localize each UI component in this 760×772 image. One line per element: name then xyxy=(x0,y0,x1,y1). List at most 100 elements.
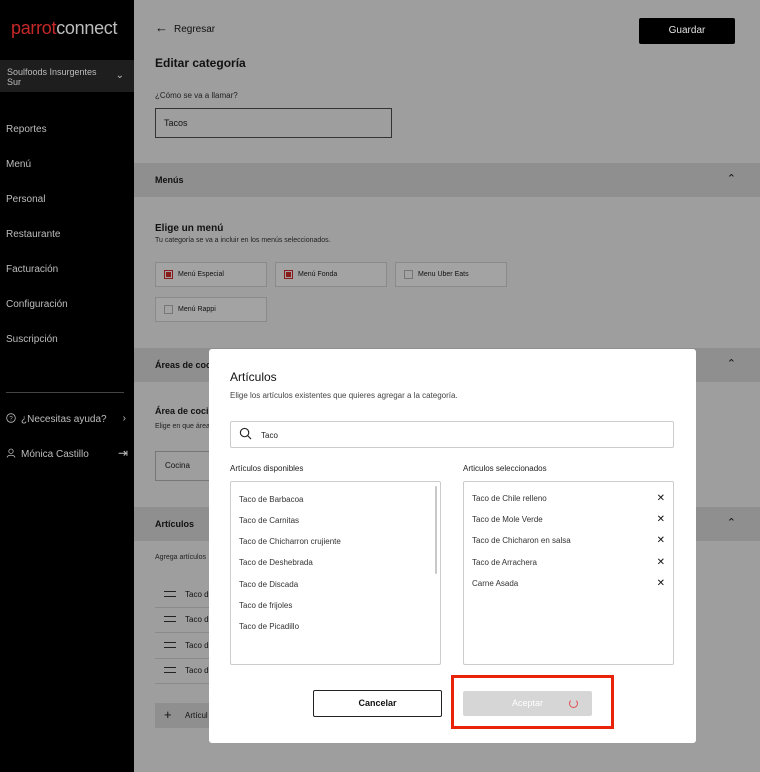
help-link[interactable]: ? ¿Necesitas ayuda? › xyxy=(6,413,126,425)
list-item[interactable]: Carne Asada ✕ xyxy=(472,578,665,589)
choose-menu-title: Elige un menú xyxy=(155,223,224,234)
list-item[interactable]: Taco de Carnitas xyxy=(239,516,299,525)
chevron-down-icon: ⌄ xyxy=(115,70,124,81)
modal-description: Elige los artículos existentes que quier… xyxy=(230,391,458,400)
list-item[interactable]: Taco de Chicharon en salsa ✕ xyxy=(472,535,665,546)
search-input[interactable] xyxy=(261,427,641,443)
checkbox-empty-icon xyxy=(164,305,173,314)
store-name: Soulfoods Insurgentes Sur xyxy=(7,67,97,87)
kitchen-area-select[interactable]: Cocina xyxy=(155,451,215,481)
user-menu[interactable]: Mónica Castillo ⇥ xyxy=(6,446,128,460)
article-label: Taco d xyxy=(185,615,209,624)
page-title: Editar categoría xyxy=(155,56,246,70)
drag-handle-icon[interactable] xyxy=(164,616,176,622)
back-link[interactable]: ← Regresar xyxy=(155,20,215,35)
list-item[interactable]: Taco d xyxy=(155,583,215,608)
choose-menu-desc: Tu categoría se va a incluir en los menú… xyxy=(155,237,331,244)
logo-part-connect: connect xyxy=(56,18,118,38)
list-item[interactable]: Taco de Arrachera ✕ xyxy=(472,557,665,568)
kitchen-area-desc: Elige en que área xyxy=(155,423,210,430)
sidebar-item-facturacion[interactable]: Facturación xyxy=(6,264,58,275)
sidebar-item-menu[interactable]: Menú xyxy=(6,159,31,170)
article-label: Taco d xyxy=(185,666,209,675)
checkbox-checked-icon xyxy=(284,270,293,279)
selected-item-label: Taco de Chicharon en salsa xyxy=(472,536,571,545)
selected-item-label: Carne Asada xyxy=(472,579,519,588)
menu-option-label: Menú Fonda xyxy=(298,271,338,278)
cancel-button[interactable]: Cancelar xyxy=(313,690,442,717)
drag-handle-icon[interactable] xyxy=(164,591,176,597)
available-title: Artículos disponibles xyxy=(230,464,304,473)
sidebar-item-personal[interactable]: Personal xyxy=(6,194,45,205)
menu-option-rappi[interactable]: Menú Rappi xyxy=(155,297,267,322)
checkbox-empty-icon xyxy=(404,270,413,279)
arrow-left-icon: ← xyxy=(155,20,168,35)
close-icon[interactable]: ✕ xyxy=(657,514,665,525)
kitchen-area-title: Área de coci xyxy=(155,406,209,416)
sidebar-item-reportes[interactable]: Reportes xyxy=(6,124,47,135)
list-item[interactable]: Taco de Discada xyxy=(239,580,298,589)
list-item[interactable]: Taco de Barbacoa xyxy=(239,495,304,504)
list-item[interactable]: Taco d xyxy=(155,659,215,684)
store-selector[interactable]: Soulfoods Insurgentes Sur ⌄ xyxy=(0,60,134,92)
svg-text:?: ? xyxy=(9,416,13,422)
chevron-right-icon: › xyxy=(122,413,126,424)
logo-part-parrot: parrot xyxy=(11,18,57,38)
search-icon xyxy=(239,427,252,440)
logout-icon[interactable]: ⇥ xyxy=(118,446,128,460)
article-label: Taco d xyxy=(185,590,209,599)
modal-title: Artículos xyxy=(230,370,277,384)
checkbox-checked-icon xyxy=(164,270,173,279)
selected-title: Articulos seleccionados xyxy=(463,464,547,473)
category-name-input[interactable]: Tacos xyxy=(155,108,392,138)
selected-item-label: Taco de Chile relleno xyxy=(472,494,547,503)
selected-item-label: Taco de Arrachera xyxy=(472,558,537,567)
user-icon xyxy=(6,448,16,458)
articles-section-desc: Agrega artículos xyxy=(155,554,206,561)
close-icon[interactable]: ✕ xyxy=(657,493,665,504)
chevron-up-icon: ⌃ xyxy=(726,358,736,370)
close-icon[interactable]: ✕ xyxy=(657,557,665,568)
article-label: Taco d xyxy=(185,641,209,650)
highlight-box xyxy=(451,675,614,729)
sidebar: parrotconnect Soulfoods Insurgentes Sur … xyxy=(0,0,134,772)
list-item[interactable]: Taco de frijoles xyxy=(239,601,292,610)
list-item[interactable]: Taco d xyxy=(155,634,215,659)
sidebar-item-configuracion[interactable]: Configuración xyxy=(6,299,68,310)
back-label: Regresar xyxy=(174,24,216,35)
add-article-button[interactable]: + Artícul xyxy=(155,703,215,728)
list-item[interactable]: Taco de Chile relleno ✕ xyxy=(472,493,665,504)
save-button[interactable]: Guardar xyxy=(639,18,735,44)
sidebar-divider xyxy=(6,392,124,393)
user-name: Mónica Castillo xyxy=(21,449,89,460)
list-item[interactable]: Taco de Picadillo xyxy=(239,622,299,631)
list-item[interactable]: Taco de Chicharron crujiente xyxy=(239,537,341,546)
menus-section-title: Menús xyxy=(155,175,184,185)
menu-option-especial[interactable]: Menú Especial xyxy=(155,262,267,287)
chevron-up-icon: ⌃ xyxy=(726,517,736,529)
scrollbar[interactable] xyxy=(435,486,437,574)
menu-option-label: Menú Rappi xyxy=(178,306,216,313)
chevron-up-icon: ⌃ xyxy=(726,173,736,185)
areas-section-title: Áreas de coc xyxy=(155,360,212,370)
help-circle-icon: ? xyxy=(6,413,16,423)
articles-section-title: Artículos xyxy=(155,519,195,529)
available-list[interactable]: Taco de Barbacoa Taco de Carnitas Taco d… xyxy=(230,481,441,665)
menu-option-uber-eats[interactable]: Menu Uber Eats xyxy=(395,262,507,287)
sidebar-item-suscripcion[interactable]: Suscripción xyxy=(6,334,58,345)
selected-list[interactable]: Taco de Chile relleno ✕ Taco de Mole Verd… xyxy=(463,481,674,665)
list-item[interactable]: Taco de Deshebrada xyxy=(239,558,313,567)
menu-option-label: Menú Especial xyxy=(178,271,224,278)
sidebar-item-restaurante[interactable]: Restaurante xyxy=(6,229,60,240)
menu-option-fonda[interactable]: Menú Fonda xyxy=(275,262,387,287)
close-icon[interactable]: ✕ xyxy=(657,535,665,546)
help-label: ¿Necesitas ayuda? xyxy=(21,414,107,425)
list-item[interactable]: Taco de Mole Verde ✕ xyxy=(472,514,665,525)
close-icon[interactable]: ✕ xyxy=(657,578,665,589)
add-article-label: Artícul xyxy=(185,711,208,720)
drag-handle-icon[interactable] xyxy=(164,667,176,673)
menus-section-header[interactable]: Menús ⌃ xyxy=(134,163,760,197)
article-search[interactable] xyxy=(230,421,674,448)
drag-handle-icon[interactable] xyxy=(164,642,176,648)
list-item[interactable]: Taco d xyxy=(155,608,215,633)
